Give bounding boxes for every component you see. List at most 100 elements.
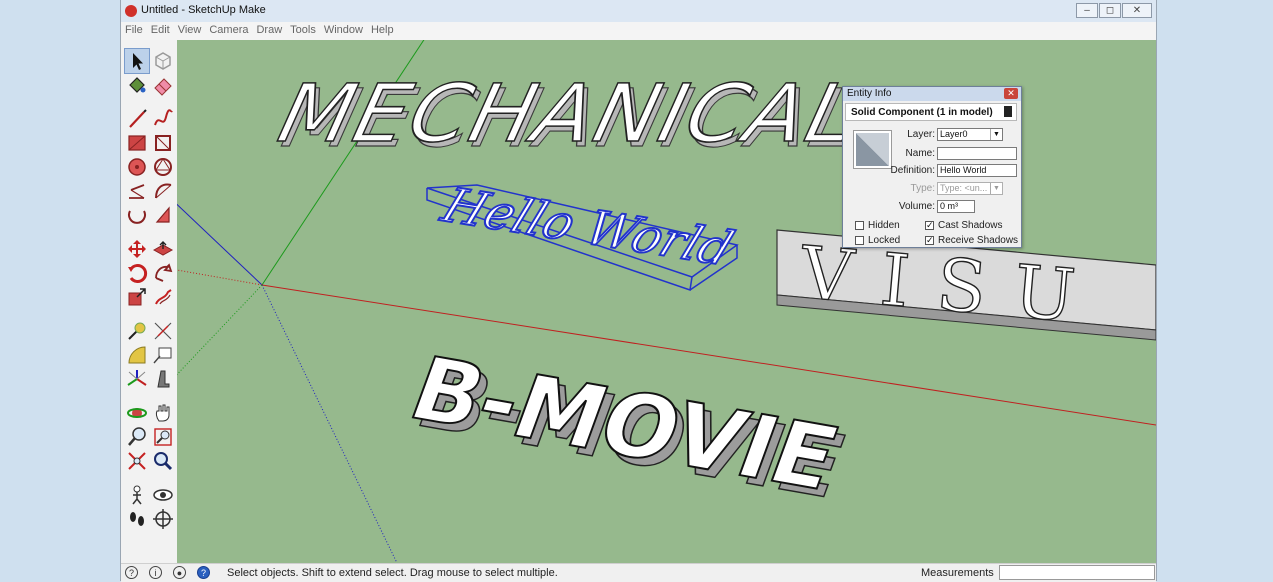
freehand-tool-icon[interactable] [151, 107, 175, 131]
menu-help[interactable]: Help [367, 22, 398, 36]
geo-location-icon[interactable]: ? [125, 566, 138, 579]
protractor-icon[interactable] [125, 343, 149, 367]
green-axis-negative [177, 284, 263, 376]
hidden-checkbox[interactable] [855, 221, 864, 230]
offset-tool-icon[interactable] [151, 285, 175, 309]
menu-camera[interactable]: Camera [205, 22, 252, 36]
three-point-arc-icon[interactable] [125, 203, 149, 227]
dimension-tool-icon[interactable] [151, 319, 175, 343]
menu-window[interactable]: Window [320, 22, 367, 36]
axes-tool-icon[interactable] [125, 367, 149, 391]
pan-tool-icon[interactable] [151, 401, 175, 425]
measurements-input[interactable] [999, 565, 1155, 580]
select-tool-icon[interactable] [124, 48, 150, 74]
volume-field: 0 m³ [937, 200, 975, 213]
orbit-tool-icon[interactable] [125, 401, 149, 425]
menu-file[interactable]: File [121, 22, 147, 36]
title-bar: Untitled - SketchUp Make – ◻ ✕ [121, 0, 1156, 22]
window-title: Untitled - SketchUp Make [141, 4, 266, 16]
hello-world-selected-component[interactable]: Hello World [426, 177, 741, 291]
follow-me-icon[interactable] [151, 261, 175, 285]
hello-world-text: Hello World [434, 178, 741, 276]
move-tool-icon[interactable] [125, 237, 149, 261]
receive-shadows-checkbox[interactable]: ✓ [925, 236, 934, 245]
layer-dropdown[interactable]: Layer0 ▼ [937, 128, 1003, 141]
name-input[interactable] [937, 147, 1017, 160]
receive-shadows-label: Receive Shadows [938, 235, 1019, 246]
volume-value: 0 m³ [940, 201, 958, 211]
rectangle-tool-icon[interactable] [125, 131, 149, 155]
details-toggle-icon[interactable] [1004, 106, 1012, 117]
pie-tool-icon[interactable] [151, 203, 175, 227]
two-point-arc-icon[interactable] [151, 179, 175, 203]
volume-label: Volume: [898, 201, 935, 212]
chevron-down-icon: ▼ [990, 183, 1002, 194]
type-dropdown: Type: <un... ▼ [937, 182, 1003, 195]
sketchup-logo-icon [125, 5, 137, 17]
3d-text-icon[interactable] [151, 367, 175, 391]
circle-tool-icon[interactable] [125, 155, 149, 179]
blue-axis-negative [261, 284, 398, 563]
layer-label: Layer: [907, 129, 935, 140]
status-bar: ? i ● ? Select objects. Shift to extend … [121, 563, 1156, 582]
user-icon[interactable]: ● [173, 566, 186, 579]
b-movie-3d-text[interactable]: B-MOVIE B-MOVIE [397, 337, 859, 518]
chevron-down-icon[interactable]: ▼ [990, 129, 1002, 140]
hidden-label: Hidden [868, 220, 900, 231]
minimize-icon[interactable]: – [1076, 3, 1098, 18]
mechanical-text: MECHANICAL [260, 67, 877, 160]
tape-measure-icon[interactable] [125, 319, 149, 343]
menu-view[interactable]: View [174, 22, 206, 36]
eraser-icon[interactable] [151, 73, 175, 97]
rotate-tool-icon[interactable] [125, 261, 149, 285]
paint-bucket-icon[interactable] [125, 73, 149, 97]
menu-tools[interactable]: Tools [286, 22, 320, 36]
entity-type-label: Solid Component (1 in model) [851, 107, 993, 118]
layer-value: Layer0 [940, 129, 968, 139]
section-plane-icon[interactable] [151, 507, 175, 531]
look-around-icon[interactable] [151, 483, 175, 507]
text-tool-icon[interactable] [151, 343, 175, 367]
credits-icon[interactable]: i [149, 566, 162, 579]
zoom-window-icon[interactable] [151, 425, 175, 449]
help-icon[interactable]: ? [197, 566, 210, 579]
rotated-rectangle-icon[interactable] [151, 131, 175, 155]
close-icon[interactable]: ✕ [1004, 88, 1018, 99]
menu-draw[interactable]: Draw [252, 22, 286, 36]
locked-label: Locked [868, 235, 901, 246]
close-icon[interactable]: ✕ [1122, 3, 1152, 18]
type-value: Type: <un... [940, 183, 988, 193]
push-pull-icon[interactable] [151, 237, 175, 261]
entity-info-panel: Entity Info ✕ Solid Component (1 in mode… [842, 86, 1022, 248]
type-label: Type: [910, 183, 935, 194]
entity-type-header: Solid Component (1 in model) [845, 103, 1017, 121]
large-tool-set [121, 40, 177, 563]
status-message: Select objects. Shift to extend select. … [227, 567, 558, 579]
zoom-tool-icon[interactable] [125, 425, 149, 449]
make-component-icon[interactable] [151, 49, 175, 73]
zoom-extents-icon[interactable] [125, 449, 149, 473]
name-label: Name: [905, 148, 935, 159]
polygon-tool-icon[interactable] [151, 155, 175, 179]
cast-shadows-checkbox[interactable]: ✓ [925, 221, 934, 230]
mechanical-3d-text[interactable]: MECHANICAL MECHANICAL [260, 67, 882, 166]
walk-tool-icon[interactable] [125, 507, 149, 531]
definition-label: Definition: [890, 165, 935, 176]
scale-tool-icon[interactable] [125, 285, 149, 309]
menu-edit[interactable]: Edit [147, 22, 174, 36]
maximize-icon[interactable]: ◻ [1099, 3, 1121, 18]
entity-info-title-bar[interactable]: Entity Info ✕ [843, 87, 1021, 101]
definition-value: Hello World [940, 165, 987, 175]
blue-axis [177, 203, 263, 286]
b-movie-text: B-MOVIE [398, 338, 852, 509]
definition-input[interactable]: Hello World [937, 164, 1017, 177]
arc-tool-icon[interactable] [125, 179, 149, 203]
cast-shadows-label: Cast Shadows [938, 220, 1003, 231]
entity-info-title: Entity Info [847, 88, 892, 99]
locked-checkbox[interactable] [855, 236, 864, 245]
position-camera-icon[interactable] [125, 483, 149, 507]
line-tool-icon[interactable] [125, 107, 149, 131]
menu-bar: File Edit View Camera Draw Tools Window Help [121, 22, 1156, 40]
measurements-label: Measurements [921, 567, 994, 579]
previous-view-icon[interactable] [151, 449, 175, 473]
